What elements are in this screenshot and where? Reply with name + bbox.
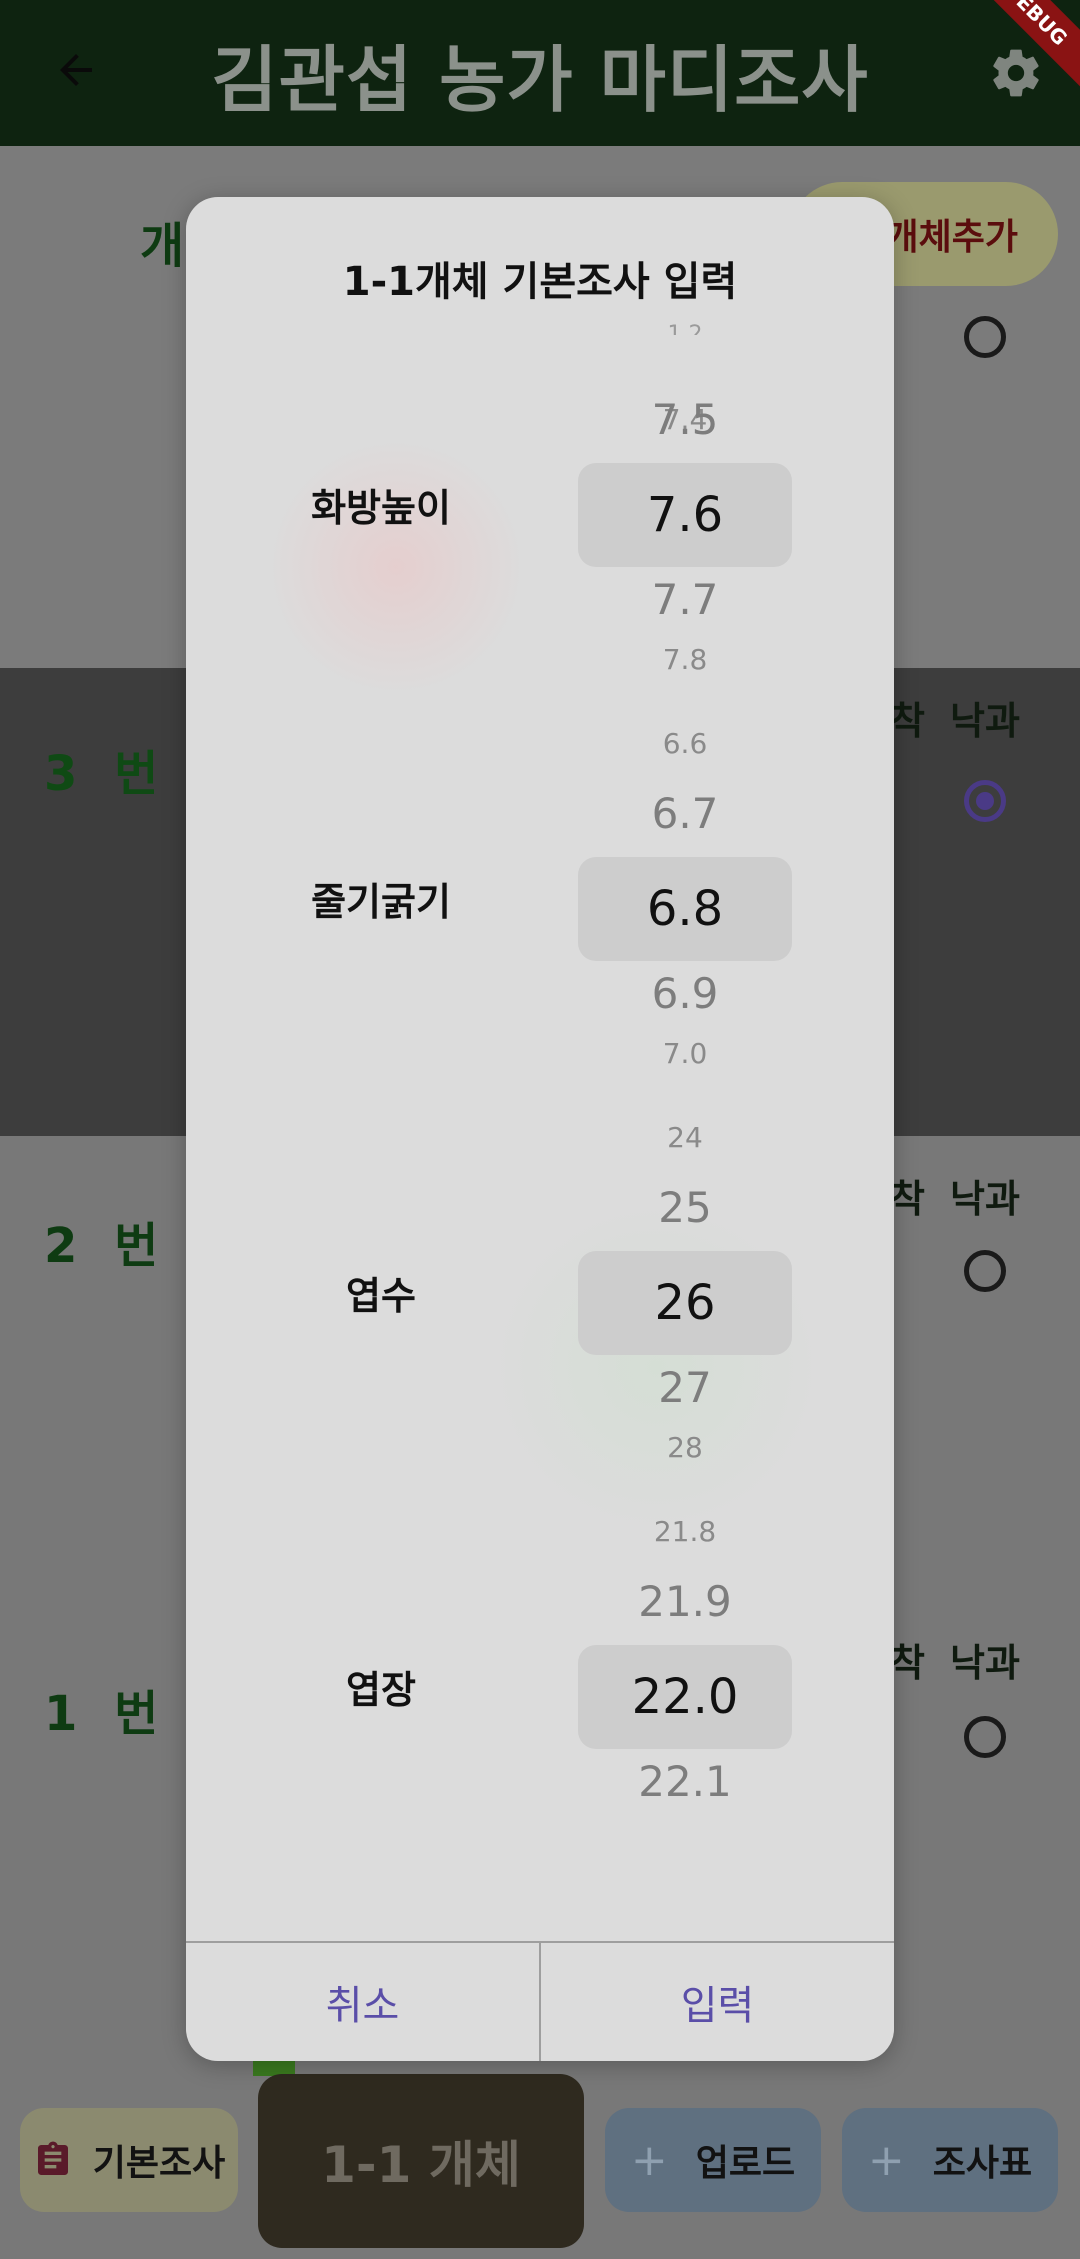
column-label: 낙과 [950,1177,1020,1221]
upload-button[interactable]: + 업로드 [605,2108,821,2212]
submit-button[interactable]: 입력 [541,1943,894,2061]
radio-fruit-drop[interactable] [964,1250,1006,1292]
radio-fruit-drop[interactable] [964,1716,1006,1758]
picker-row-leaf-length: 엽장 21.8 21.9 22.0 22.1 [186,1499,894,1891]
column-label: 낙과 [950,1641,1020,1685]
column-label: 착 [890,1641,925,1685]
cancel-button[interactable]: 취소 [186,1943,539,2061]
radio-fruit-drop[interactable] [964,780,1006,822]
picker-value[interactable]: 6.6 [578,727,792,760]
picker-value[interactable]: 27 [578,1363,792,1412]
picker-selected-value[interactable]: 6.8 [578,881,792,937]
picker-label: 화방높이 [311,486,451,530]
picker-row-stem-thickness: 줄기굵기 6.6 6.7 6.8 6.9 7.0 [186,711,894,1103]
column-label: 낙과 [950,699,1020,743]
picker-value[interactable]: 7.8 [578,643,792,676]
upload-label: 업로드 [695,2143,796,2184]
picker-row-leaf-count: 엽수 24 25 26 27 28 [186,1105,894,1497]
picker-selected-value[interactable]: 26 [578,1275,792,1331]
app-bar: 김관섭 농가 마디조사 [0,0,1080,146]
picker-value[interactable]: 7.7 [578,575,792,624]
picker-value[interactable]: 1.2 [578,323,792,335]
basic-survey-button[interactable]: 기본조사 [20,2108,238,2212]
radio-option[interactable] [964,316,1006,358]
arrow-left-icon [60,54,92,86]
dialog-title: 1-1개체 기본조사 입력 [342,259,738,305]
picker-value[interactable]: 21.9 [578,1577,792,1626]
picker-value[interactable]: 6.7 [578,789,792,838]
picker-selected-value[interactable]: 22.0 [578,1669,792,1725]
picker-label: 줄기굵기 [311,880,451,924]
picker-value[interactable]: 7.5 [578,395,792,444]
report-button[interactable]: + 조사표 [842,2108,1058,2212]
picker-value[interactable]: 28 [578,1431,792,1464]
basic-survey-label: 기본조사 [92,2143,226,2184]
clipboard-icon [37,2141,68,2175]
basic-survey-dialog: 1-1개체 기본조사 입력 화방높이 1.2 7.4 7.5 7.6 7.7 7… [186,197,894,2061]
picker-selected-value[interactable]: 7.6 [578,487,792,543]
picker-value[interactable]: 25 [578,1183,792,1232]
picker-label: 엽장 [346,1668,416,1712]
column-label: 착 [890,699,925,743]
picker-row-cluster-height: 화방높이 1.2 7.4 7.5 7.6 7.7 7.8 [186,317,894,709]
column-label: 착 [890,1177,925,1221]
picker-value[interactable]: 21.8 [578,1515,792,1548]
plus-icon: + [867,2134,905,2186]
picker-value[interactable]: 24 [578,1121,792,1154]
settings-button[interactable] [985,42,1047,104]
page-title: 김관섭 농가 마디조사 [211,37,869,122]
back-button[interactable] [46,40,106,100]
picker-label: 엽수 [346,1274,416,1318]
picker-value[interactable]: 7.0 [578,1037,792,1070]
plus-icon: + [630,2134,668,2186]
gear-icon [993,49,1039,97]
picker-value[interactable]: 22.1 [578,1757,792,1806]
current-entity-button[interactable]: 1-1 개체 [258,2074,584,2248]
report-label: 조사표 [932,2143,1033,2184]
picker-value[interactable]: 6.9 [578,969,792,1018]
